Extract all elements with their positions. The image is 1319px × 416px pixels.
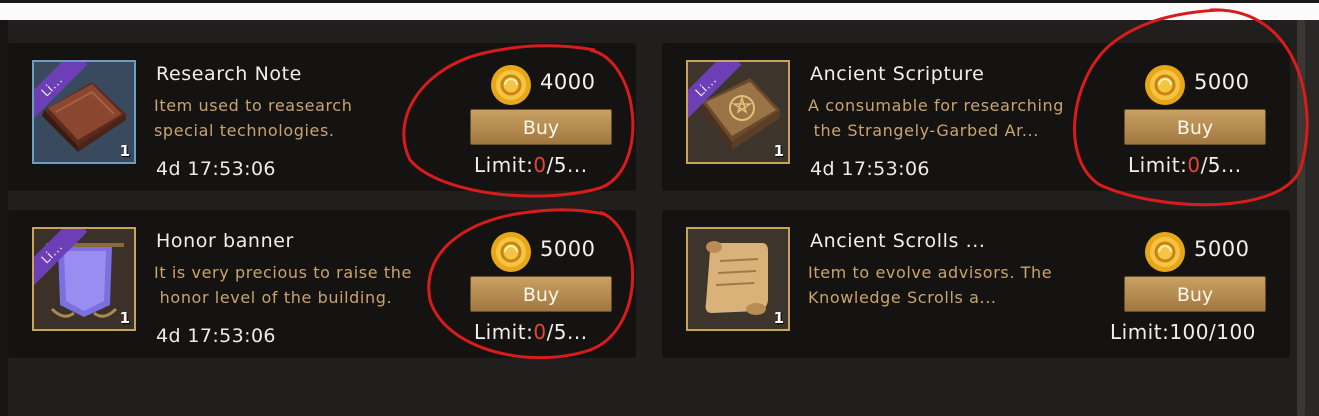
research-note-book-icon[interactable]: Li... 1	[32, 60, 136, 164]
limit-max: /5...	[546, 320, 588, 344]
gold-coin-icon	[491, 65, 531, 105]
buy-button[interactable]: Buy	[1124, 109, 1266, 145]
buy-button[interactable]: Buy	[1124, 276, 1266, 312]
item-description: Item to evolve advisors. The Knowledge S…	[808, 260, 1118, 310]
limit-label: Limit:	[474, 153, 534, 177]
shop-page: Li... 1 Research Note Item used to rease…	[0, 0, 1319, 416]
countdown-timer: 4d 17:53:06	[156, 325, 276, 347]
item-quantity: 1	[773, 309, 784, 327]
item-title: Ancient Scripture	[810, 63, 985, 85]
countdown-timer: 4d 17:53:06	[810, 158, 930, 180]
shop-item-card-research-note: Li... 1 Research Note Item used to rease…	[8, 43, 636, 191]
limit-used-count: 0	[533, 320, 547, 344]
description-line: Item used to reasearch	[154, 96, 353, 115]
top-bar	[0, 0, 1319, 20]
item-title: Honor banner	[156, 230, 294, 252]
item-price: 5000	[1194, 70, 1250, 94]
purchase-limit: Limit:0/5...	[1128, 153, 1278, 177]
ancient-scroll-icon[interactable]: 1	[686, 227, 790, 331]
honor-banner-icon[interactable]: Li... 1	[32, 227, 136, 331]
limit-used-count: 0	[1187, 153, 1201, 177]
shop-item-card-ancient-scripture: Li... 1 Ancient Scripture A consumable f…	[662, 43, 1290, 191]
scrollbar[interactable]	[1297, 20, 1305, 416]
limit-label: Limit:	[474, 320, 534, 344]
shop-item-card-honor-banner: Li... 1 Honor banner It is very precious…	[8, 210, 636, 358]
buy-button[interactable]: Buy	[470, 276, 612, 312]
description-line: It is very precious to raise the	[154, 263, 412, 282]
item-title: Ancient Scrolls ...	[810, 230, 986, 252]
gold-coin-icon	[1145, 232, 1185, 272]
limit-max: /5...	[1200, 153, 1242, 177]
description-line: Item to evolve advisors. The	[808, 263, 1053, 282]
item-description: A consumable for researching the Strange…	[808, 93, 1118, 143]
purchase-limit: Limit:100/100	[1110, 320, 1256, 344]
purchase-limit: Limit:0/5...	[474, 153, 624, 177]
item-quantity: 1	[119, 142, 130, 160]
item-description: Item used to reasearch special technolog…	[154, 93, 464, 143]
buy-button[interactable]: Buy	[470, 109, 612, 145]
item-quantity: 1	[773, 142, 784, 160]
item-price: 5000	[540, 237, 596, 261]
shop-item-card-ancient-scrolls: 1 Ancient Scrolls ... Item to evolve adv…	[662, 210, 1290, 358]
item-quantity: 1	[119, 309, 130, 327]
description-line: the Strangely-Garbed Ar...	[808, 121, 1039, 140]
item-description: It is very precious to raise the honor l…	[154, 260, 464, 310]
gold-coin-icon	[491, 232, 531, 272]
countdown-timer: 4d 17:53:06	[156, 158, 276, 180]
limit-max: /5...	[546, 153, 588, 177]
purchase-limit: Limit:0/5...	[474, 320, 624, 344]
limit-used-count: 0	[533, 153, 547, 177]
description-line: special technologies.	[154, 121, 335, 140]
item-title: Research Note	[156, 63, 302, 85]
gold-coin-icon	[1145, 65, 1185, 105]
description-line: Knowledge Scrolls a...	[808, 288, 997, 307]
right-edge	[1305, 20, 1319, 416]
left-edge	[0, 20, 8, 416]
ancient-scripture-book-icon[interactable]: Li... 1	[686, 60, 790, 164]
item-price: 4000	[540, 70, 596, 94]
item-price: 5000	[1194, 237, 1250, 261]
description-line: honor level of the building.	[154, 288, 393, 307]
description-line: A consumable for researching	[808, 96, 1065, 115]
limit-label: Limit:	[1128, 153, 1188, 177]
